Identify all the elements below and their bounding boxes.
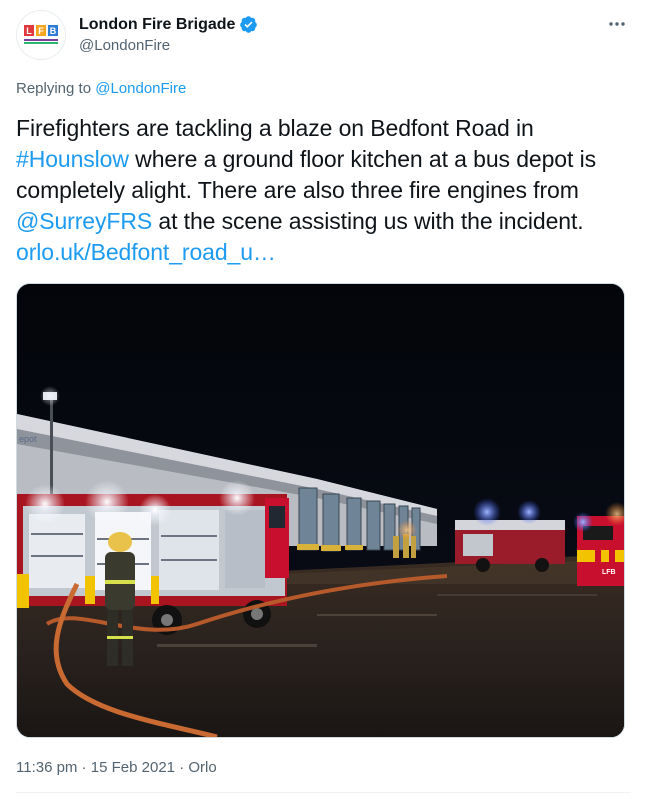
tweet-header: L F B London Fire Brigade @LondonFire — [16, 10, 631, 62]
tweet-source[interactable]: Orlo — [188, 759, 216, 776]
tweet-meta: 11:36 pm · 15 Feb 2021 · Orlo — [16, 759, 217, 776]
tweet: L F B London Fire Brigade @LondonFire Re… — [0, 0, 645, 800]
tweet-photo[interactable]: epot LFB — [16, 283, 625, 738]
truck-lfb-text: LFB — [602, 569, 616, 576]
divider — [16, 792, 631, 793]
meta-separator: · — [175, 759, 189, 776]
author-display-name[interactable]: London Fire Brigade — [79, 16, 235, 34]
author-name-row: London Fire Brigade — [79, 15, 258, 34]
hashtag-link[interactable]: #Hounslow — [16, 146, 129, 172]
fire-scene-photo: epot LFB — [17, 284, 624, 737]
depot-sign-text: epot — [19, 434, 37, 444]
tweet-text-part: Firefighters are tackling a blaze on Bed… — [16, 115, 534, 141]
replying-to: Replying to @LondonFire — [16, 80, 186, 97]
verified-badge-icon — [239, 15, 258, 34]
svg-text:F: F — [38, 26, 44, 36]
tweet-text: Firefighters are tackling a blaze on Bed… — [16, 113, 631, 268]
replying-prefix: Replying to — [16, 80, 92, 97]
svg-text:B: B — [50, 26, 57, 36]
more-horizontal-icon[interactable] — [605, 12, 629, 36]
tweet-date[interactable]: 15 Feb 2021 — [91, 759, 175, 776]
author-handle[interactable]: @LondonFire — [79, 37, 170, 54]
svg-text:L: L — [26, 26, 32, 36]
tweet-time[interactable]: 11:36 pm — [16, 759, 77, 776]
mention-link[interactable]: @SurreyFRS — [16, 208, 152, 234]
avatar[interactable]: L F B — [16, 10, 66, 60]
meta-separator: · — [77, 759, 91, 776]
lfb-logo: L F B — [17, 11, 65, 59]
reply-handle-link[interactable]: @LondonFire — [95, 80, 186, 97]
tweet-text-part: at the scene assisting us with the incid… — [152, 208, 584, 234]
url-link[interactable]: orlo.uk/Bedfont_road_u… — [16, 239, 276, 265]
